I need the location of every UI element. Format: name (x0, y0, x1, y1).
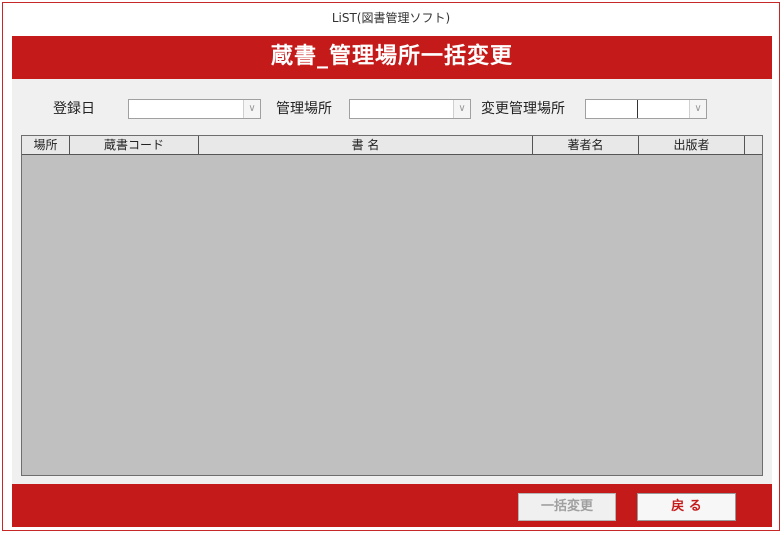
column-header-location: 場所 (22, 136, 70, 154)
registration-date-select[interactable]: ∨ (128, 99, 261, 119)
column-header-book-code: 蔵書コード (70, 136, 199, 154)
window-title: LiST(図書管理ソフト) (331, 11, 451, 25)
new-location-select[interactable]: ∨ (585, 99, 707, 119)
chevron-down-icon[interactable]: ∨ (243, 100, 260, 118)
form-area: 登録日 ∨ 管理場所 ∨ 変更管理場所 ∨ 場所 蔵書コード 書 名 著者名 出… (12, 79, 772, 484)
registration-date-label: 登録日 (53, 101, 95, 117)
bulk-change-button[interactable]: 一括変更 (518, 493, 616, 521)
book-list[interactable]: 場所 蔵書コード 書 名 著者名 出版者 (21, 135, 763, 476)
location-label: 管理場所 (276, 101, 332, 117)
column-header-title: 書 名 (199, 136, 533, 154)
text-cursor (637, 100, 638, 118)
column-header-spacer (745, 136, 762, 154)
location-select[interactable]: ∨ (349, 99, 471, 119)
app-window: LiST(図書管理ソフト) 蔵書_管理場所一括変更 登録日 ∨ 管理場所 ∨ 変… (2, 2, 780, 531)
column-header-publisher: 出版者 (639, 136, 745, 154)
chevron-down-icon[interactable]: ∨ (689, 100, 706, 118)
back-button[interactable]: 戻 る (637, 493, 736, 521)
chevron-down-icon[interactable]: ∨ (453, 100, 470, 118)
new-location-label: 変更管理場所 (481, 101, 565, 117)
footer-bar: 一括変更 戻 る (12, 484, 772, 527)
list-header: 場所 蔵書コード 書 名 著者名 出版者 (22, 136, 762, 155)
page-title: 蔵書_管理場所一括変更 (12, 36, 772, 79)
column-header-author: 著者名 (533, 136, 639, 154)
